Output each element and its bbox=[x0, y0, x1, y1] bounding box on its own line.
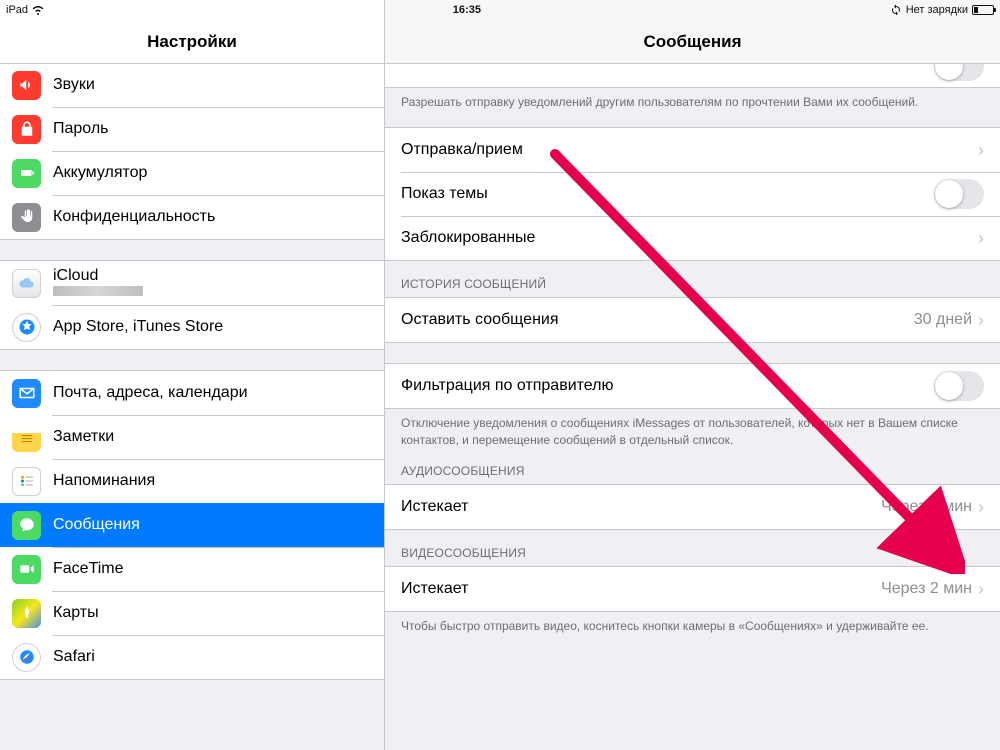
sidebar-item-label: Звуки bbox=[53, 76, 95, 94]
chevron-right-icon: › bbox=[978, 141, 984, 159]
sidebar-item-privacy[interactable]: Конфиденциальность bbox=[0, 195, 384, 239]
sidebar-item-passcode[interactable]: Пароль bbox=[0, 107, 384, 151]
cell-value: Через 2 мин bbox=[881, 498, 972, 516]
wifi-icon bbox=[32, 4, 44, 16]
read-receipts-switch[interactable] bbox=[934, 64, 984, 81]
show-subject-switch[interactable] bbox=[934, 179, 984, 209]
sidebar-group-general: Звуки Пароль Аккумулятор Конфиденциально… bbox=[0, 64, 384, 240]
cell-value: 30 дней bbox=[914, 311, 972, 329]
send-receive-cell[interactable]: Отправка/прием › bbox=[385, 128, 1000, 172]
detail-scroll[interactable]: Разрешать отправку уведомлений другим по… bbox=[385, 64, 1000, 750]
reminders-icon bbox=[12, 467, 41, 496]
sidebar-item-reminders[interactable]: Напоминания bbox=[0, 459, 384, 503]
cell-label: Оставить сообщения bbox=[401, 311, 914, 329]
hand-icon bbox=[12, 203, 41, 232]
history-header: ИСТОРИЯ СООБЩЕНИЙ bbox=[385, 261, 1000, 297]
sidebar-item-label: Напоминания bbox=[53, 472, 155, 490]
blocked-cell[interactable]: Заблокированные › bbox=[385, 216, 1000, 260]
audio-group: Истекает Через 2 мин › bbox=[385, 484, 1000, 530]
sidebar-item-label: App Store, iTunes Store bbox=[53, 318, 223, 336]
cell-label: Заблокированные bbox=[401, 229, 978, 247]
notes-icon bbox=[12, 423, 41, 452]
filter-switch[interactable] bbox=[934, 371, 984, 401]
history-group: Оставить сообщения 30 дней › bbox=[385, 297, 1000, 343]
appstore-icon bbox=[12, 313, 41, 342]
show-subject-cell[interactable]: Показ темы bbox=[385, 172, 1000, 216]
cell-label: Показ темы bbox=[401, 185, 934, 203]
sidebar-item-label: Карты bbox=[53, 604, 99, 622]
speaker-icon bbox=[12, 71, 41, 100]
maps-icon bbox=[12, 599, 41, 628]
cell-label: Фильтрация по отправителю bbox=[401, 377, 934, 395]
filter-footer: Отключение уведомления о сообщениях iMes… bbox=[385, 409, 1000, 449]
chevron-right-icon: › bbox=[978, 498, 984, 516]
mail-icon bbox=[12, 379, 41, 408]
sidebar-item-notes[interactable]: Заметки bbox=[0, 415, 384, 459]
messages-icon bbox=[12, 511, 41, 540]
sidebar-item-label: Пароль bbox=[53, 120, 109, 138]
sidebar-item-battery[interactable]: Аккумулятор bbox=[0, 151, 384, 195]
audio-expire-cell[interactable]: Истекает Через 2 мин › bbox=[385, 485, 1000, 529]
sidebar-item-label: Конфиденциальность bbox=[53, 208, 215, 226]
icloud-icon bbox=[12, 269, 41, 298]
battery-icon bbox=[12, 159, 41, 188]
sidebar-item-label: Сообщения bbox=[53, 516, 140, 534]
sidebar-item-facetime[interactable]: FaceTime bbox=[0, 547, 384, 591]
read-receipts-cell[interactable] bbox=[385, 64, 1000, 88]
cell-value: Через 2 мин bbox=[881, 580, 972, 598]
sidebar-item-safari[interactable]: Safari bbox=[0, 635, 384, 679]
read-receipts-group bbox=[385, 64, 1000, 88]
keep-messages-cell[interactable]: Оставить сообщения 30 дней › bbox=[385, 298, 1000, 342]
sidebar-group-apps: Почта, адреса, календари Заметки Напомин… bbox=[0, 370, 384, 680]
cell-label: Истекает bbox=[401, 580, 881, 598]
detail-pane: Сообщения Разрешать отправку уведомлений… bbox=[385, 0, 1000, 750]
cell-label: Истекает bbox=[401, 498, 881, 516]
video-header: ВИДЕОСООБЩЕНИЯ bbox=[385, 530, 1000, 566]
sidebar-item-label: FaceTime bbox=[53, 560, 124, 578]
battery-icon bbox=[972, 5, 994, 15]
video-footer: Чтобы быстро отправить видео, коснитесь … bbox=[385, 612, 1000, 635]
messages-options-group: Отправка/прием › Показ темы Заблокирован… bbox=[385, 127, 1000, 261]
sync-icon bbox=[890, 3, 902, 18]
sidebar-group-accounts: iCloud App Store, iTunes Store bbox=[0, 260, 384, 350]
safari-icon bbox=[12, 643, 41, 672]
cell-label: Отправка/прием bbox=[401, 141, 978, 159]
sidebar-item-icloud[interactable]: iCloud bbox=[0, 261, 384, 305]
status-bar: iPad 16:35 Нет зарядки bbox=[0, 0, 1000, 20]
chevron-right-icon: › bbox=[978, 580, 984, 598]
filter-group: Фильтрация по отправителю bbox=[385, 363, 1000, 409]
clock: 16:35 bbox=[44, 4, 890, 16]
sidebar-item-mail[interactable]: Почта, адреса, календари bbox=[0, 371, 384, 415]
sidebar-item-label: Почта, адреса, календари bbox=[53, 384, 248, 402]
chevron-right-icon: › bbox=[978, 311, 984, 329]
facetime-icon bbox=[12, 555, 41, 584]
sidebar-item-label: Safari bbox=[53, 648, 95, 666]
sidebar-item-sounds[interactable]: Звуки bbox=[0, 64, 384, 107]
sidebar-item-label: Аккумулятор bbox=[53, 164, 147, 182]
settings-sidebar: Настройки Звуки Пароль Аккумулятор bbox=[0, 0, 385, 750]
audio-header: АУДИОСООБЩЕНИЯ bbox=[385, 448, 1000, 484]
sidebar-item-messages[interactable]: Сообщения bbox=[0, 503, 384, 547]
icloud-account-sub bbox=[53, 285, 143, 299]
read-receipts-footer: Разрешать отправку уведомлений другим по… bbox=[385, 88, 1000, 111]
video-expire-cell[interactable]: Истекает Через 2 мин › bbox=[385, 567, 1000, 611]
lock-icon bbox=[12, 115, 41, 144]
video-group: Истекает Через 2 мин › bbox=[385, 566, 1000, 612]
sidebar-item-label: Заметки bbox=[53, 428, 114, 446]
sidebar-item-label: iCloud bbox=[53, 267, 143, 285]
chevron-right-icon: › bbox=[978, 229, 984, 247]
sidebar-scroll[interactable]: Звуки Пароль Аккумулятор Конфиденциально… bbox=[0, 64, 384, 750]
sidebar-item-appstore[interactable]: App Store, iTunes Store bbox=[0, 305, 384, 349]
device-label: iPad bbox=[6, 4, 28, 16]
charge-status: Нет зарядки bbox=[906, 4, 968, 16]
filter-unknown-cell[interactable]: Фильтрация по отправителю bbox=[385, 364, 1000, 408]
sidebar-item-maps[interactable]: Карты bbox=[0, 591, 384, 635]
